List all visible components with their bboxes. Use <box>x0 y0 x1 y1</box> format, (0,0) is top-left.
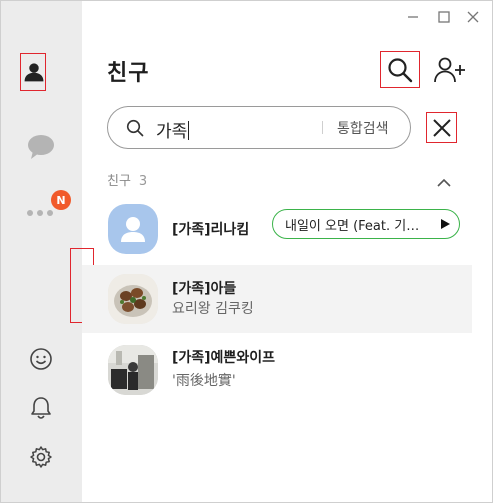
sidebar: N <box>1 1 82 502</box>
smiley-icon <box>30 348 52 370</box>
status-message: 요리왕 김쿠킹 <box>172 301 254 317</box>
chevron-up-icon <box>437 178 451 187</box>
profile-music-title: 내일이 오면 (Feat. 기리보이) <box>285 218 431 234</box>
more-dots-icon <box>27 210 53 216</box>
maximize-button[interactable] <box>437 10 451 24</box>
friend-row[interactable]: [가족]아들 요리왕 김쿠킹 <box>82 265 472 333</box>
default-profile-icon <box>121 217 145 242</box>
maximize-icon <box>438 11 450 23</box>
chats-tab[interactable] <box>26 132 56 162</box>
close-icon <box>467 11 479 23</box>
status-message: '雨後地實' <box>172 373 236 389</box>
search-divider <box>322 121 323 134</box>
close-icon <box>432 118 451 137</box>
friend-row[interactable]: [가족]예쁜와이프 '雨後地實' <box>82 336 472 404</box>
profile-music-button[interactable]: 내일이 오면 (Feat. 기리보이) <box>272 209 460 239</box>
search-input-value: 가족 <box>156 122 188 142</box>
friends-section-header: 친구 3 <box>107 170 147 189</box>
person-icon <box>24 63 44 82</box>
emoticon-button[interactable] <box>27 345 55 373</box>
close-search-button[interactable] <box>426 112 457 143</box>
unified-search-button[interactable]: 통합검색 <box>337 118 389 138</box>
text-caret <box>188 121 190 140</box>
notifications-button[interactable] <box>27 394 55 422</box>
page-title: 친구 <box>107 61 150 86</box>
section-label: 친구 <box>107 174 131 189</box>
friend-row[interactable]: [가족]리나킴 내일이 오면 (Feat. 기리보이) <box>82 195 472 263</box>
gear-icon <box>30 446 52 468</box>
search-icon <box>388 57 413 82</box>
avatar <box>108 274 158 324</box>
collapse-button[interactable] <box>437 172 451 191</box>
avatar <box>108 345 158 395</box>
minimize-icon <box>408 16 418 18</box>
settings-button[interactable] <box>27 443 55 471</box>
portrait-photo-icon <box>108 345 158 395</box>
section-count: 3 <box>138 174 148 189</box>
food-photo-icon <box>108 274 158 324</box>
search-input[interactable]: 가족 <box>156 117 190 142</box>
add-friend-button[interactable] <box>432 54 468 86</box>
friend-name: [가족]아들 <box>172 281 237 297</box>
more-tab[interactable] <box>25 201 55 225</box>
play-icon <box>441 219 450 229</box>
friend-name: [가족]예쁜와이프 <box>172 350 275 366</box>
search-box[interactable]: 가족 통합검색 <box>107 106 411 149</box>
friend-name: [가족]리나킴 <box>172 222 250 238</box>
add-friend-icon <box>434 57 465 83</box>
friends-tab[interactable] <box>20 53 46 91</box>
search-field-icon <box>126 119 144 137</box>
search-button[interactable] <box>380 51 420 88</box>
new-badge: N <box>51 190 71 210</box>
minimize-button[interactable] <box>406 10 420 24</box>
avatar <box>108 204 158 254</box>
chat-bubble-icon <box>28 135 54 159</box>
window-close-button[interactable] <box>466 10 480 24</box>
bell-icon <box>31 397 51 419</box>
